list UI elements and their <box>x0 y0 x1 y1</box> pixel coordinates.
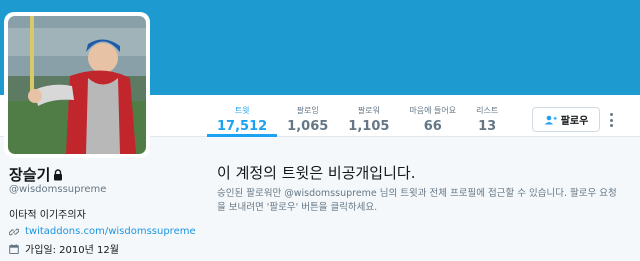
protected-description: 승인된 팔로워만 @wisdomssupreme 님의 트윗과 전체 프로필에 … <box>217 188 617 213</box>
profile-url-row: twitaddons.com/wisdomssupreme <box>9 226 196 237</box>
stat-label: 마음에 들어요 <box>409 106 457 115</box>
calendar-icon <box>9 243 19 254</box>
dot <box>609 118 613 122</box>
stat-label: 트윗 <box>234 106 250 115</box>
stat-tweets[interactable]: 트윗 17,512 <box>207 100 278 137</box>
stat-value: 13 <box>478 119 497 134</box>
profile-bio: 이타적 이기주의자 <box>9 210 86 221</box>
stat-likes[interactable]: 마음에 들어요 66 <box>399 100 466 137</box>
stat-label: 팔로잉 <box>296 106 319 115</box>
stat-value: 66 <box>423 119 442 134</box>
profile-name-text: 장슬기 <box>9 166 51 184</box>
add-person-icon <box>544 115 557 124</box>
profile-join-date-row: 가입일: 2010년 12월 <box>9 241 119 256</box>
profile-name: 장슬기 <box>9 164 63 185</box>
profile-url-link[interactable]: twitaddons.com/wisdomssupreme <box>25 226 196 237</box>
follow-button[interactable]: 팔로우 <box>532 107 600 132</box>
avatar[interactable] <box>8 16 146 154</box>
stat-lists[interactable]: 리스트 13 <box>466 100 508 137</box>
lock-icon <box>54 168 63 180</box>
stat-value: 17,512 <box>217 119 268 134</box>
avatar-frame <box>4 12 150 158</box>
protected-title: 이 계정의 트윗은 비공개입니다. <box>217 164 416 182</box>
dot <box>609 113 613 116</box>
dot <box>609 124 613 127</box>
stat-label: 팔로워 <box>357 106 380 115</box>
profile-handle: @wisdomssupreme <box>9 184 107 195</box>
profile-page: 트윗 17,512 팔로잉 1,065 팔로워 1,105 마음에 들어요 66… <box>0 0 640 261</box>
stat-following[interactable]: 팔로잉 1,065 <box>277 100 338 137</box>
follow-button-label: 팔로우 <box>560 116 589 127</box>
stat-followers[interactable]: 팔로워 1,105 <box>338 100 399 137</box>
link-icon <box>9 228 19 235</box>
profile-join-date: 가입일: 2010년 12월 <box>25 245 119 256</box>
stat-value: 1,065 <box>287 119 329 134</box>
stat-label: 리스트 <box>476 106 499 115</box>
more-vertical-icon[interactable] <box>606 110 616 130</box>
stat-value: 1,105 <box>348 119 390 134</box>
profile-stats: 트윗 17,512 팔로잉 1,065 팔로워 1,105 마음에 들어요 66… <box>207 100 508 137</box>
